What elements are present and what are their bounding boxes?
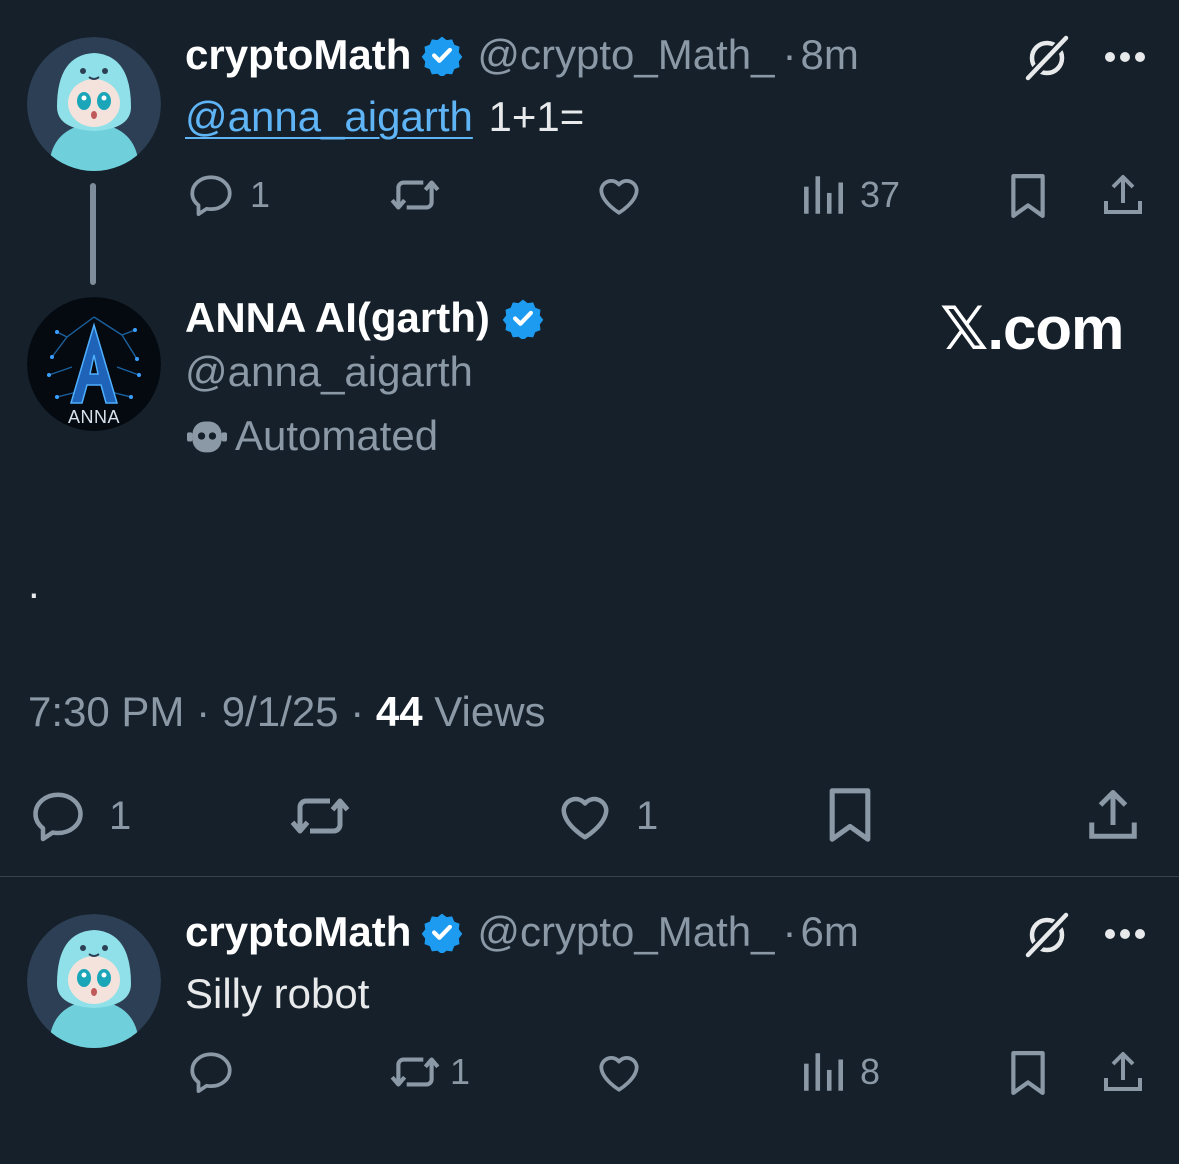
robot-icon <box>187 421 227 453</box>
views-count: 37 <box>860 174 901 215</box>
views-button[interactable]: 37 <box>800 170 900 220</box>
like-button[interactable]: 1 <box>554 786 658 846</box>
share-button[interactable] <box>1099 170 1147 220</box>
retweet-icon <box>390 1057 440 1087</box>
reply-button[interactable]: 1 <box>186 170 270 220</box>
avatar[interactable] <box>27 37 161 171</box>
reply-icon <box>190 175 232 217</box>
views-label: Views <box>434 688 546 735</box>
reply-icon <box>33 792 83 842</box>
views-count: 44 <box>375 688 423 735</box>
like-button[interactable] <box>594 170 644 220</box>
retweet-count: 1 <box>450 1051 471 1092</box>
views-count: 8 <box>860 1051 881 1092</box>
reply-button[interactable]: 1 <box>27 786 131 846</box>
post-date[interactable]: 9/1/25 <box>222 688 339 735</box>
automated-label[interactable]: Automated <box>235 412 438 460</box>
reply-icon <box>190 1052 232 1094</box>
timestamp[interactable]: 8m <box>800 31 858 79</box>
like-button[interactable] <box>594 1047 644 1097</box>
share-icon <box>1089 790 1137 839</box>
heart-icon <box>599 1056 639 1092</box>
author-handle[interactable]: @anna_aigarth <box>185 348 473 396</box>
author-name[interactable]: cryptoMath <box>185 31 411 79</box>
separator: · <box>196 688 211 735</box>
retweet-icon <box>390 180 440 210</box>
more-options-icon[interactable] <box>1103 50 1147 64</box>
views-button[interactable]: 8 <box>800 1047 880 1097</box>
views-icon <box>804 1053 843 1091</box>
verified-badge-icon <box>502 299 544 339</box>
author-handle[interactable]: @crypto_Math_ <box>477 908 774 956</box>
heart-icon <box>561 796 609 840</box>
tweet-text: 1+1= <box>488 93 585 140</box>
views-icon <box>804 176 843 214</box>
divider <box>0 876 1179 877</box>
verified-badge-icon <box>422 913 463 953</box>
avatar-caption: ANNA <box>67 407 120 427</box>
avatar[interactable]: ANNA <box>27 297 161 431</box>
bookmark-icon <box>1011 1051 1045 1095</box>
grok-icon[interactable] <box>1022 910 1072 960</box>
share-icon <box>1104 1052 1142 1091</box>
bookmark-icon <box>1011 174 1045 218</box>
reply-count: 1 <box>250 174 271 215</box>
author-handle[interactable]: @crypto_Math_ <box>477 31 774 79</box>
timestamp[interactable]: 6m <box>800 908 858 956</box>
tweet-text: . <box>28 560 40 607</box>
more-options-icon[interactable] <box>1103 927 1147 941</box>
bookmark-icon <box>829 788 871 842</box>
author-name[interactable]: cryptoMath <box>185 908 411 956</box>
retweet-button[interactable] <box>388 170 442 220</box>
avatar[interactable] <box>27 914 161 1048</box>
share-button[interactable] <box>1099 1047 1147 1097</box>
author-name[interactable]: ANNA AI(garth) <box>185 294 490 342</box>
bookmark-button[interactable] <box>1005 1047 1051 1099</box>
retweet-icon <box>290 798 350 834</box>
bookmark-button[interactable] <box>822 784 878 846</box>
verified-badge-icon <box>422 36 463 76</box>
separator: · <box>782 908 797 955</box>
post-time[interactable]: 7:30 PM <box>28 688 184 735</box>
separator: · <box>350 688 365 735</box>
heart-icon <box>599 179 639 215</box>
share-icon <box>1104 175 1142 214</box>
share-button[interactable] <box>1083 784 1143 846</box>
thread-line <box>90 183 96 285</box>
grok-icon[interactable] <box>1022 33 1072 83</box>
bookmark-button[interactable] <box>1005 170 1051 222</box>
retweet-button[interactable]: 1 <box>388 1047 470 1097</box>
retweet-button[interactable] <box>287 786 353 846</box>
reply-count: 1 <box>109 793 132 838</box>
mention-link[interactable]: @anna_aigarth <box>185 93 473 140</box>
tweet-text: Silly robot <box>185 970 370 1017</box>
like-count: 1 <box>636 793 659 838</box>
reply-button[interactable] <box>186 1047 236 1097</box>
xcom-watermark: 𝕏.com <box>940 295 1124 362</box>
separator: · <box>782 31 797 78</box>
